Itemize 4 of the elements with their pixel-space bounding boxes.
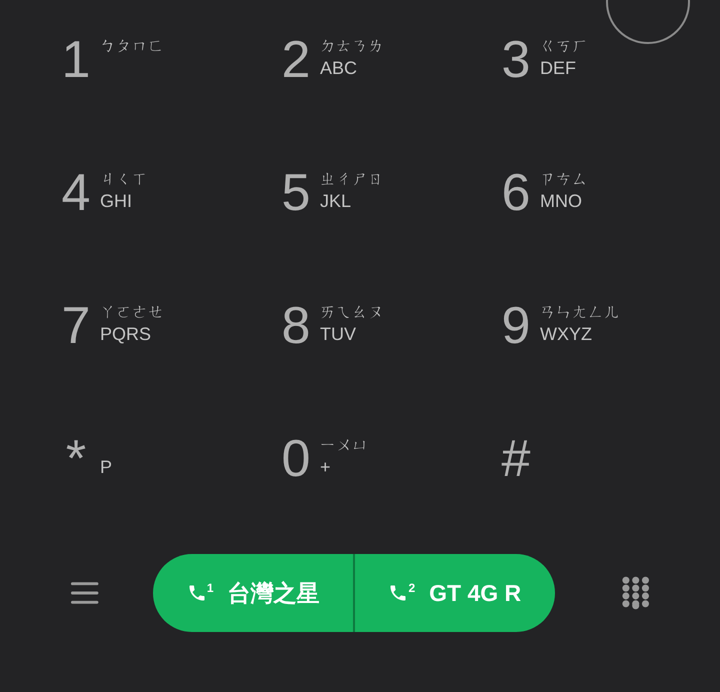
menu-icon[interactable] [70, 580, 100, 606]
dialpad-icon[interactable] [620, 576, 650, 610]
dial-key[interactable]: # [500, 429, 540, 489]
dial-key[interactable]: * P [60, 429, 112, 489]
